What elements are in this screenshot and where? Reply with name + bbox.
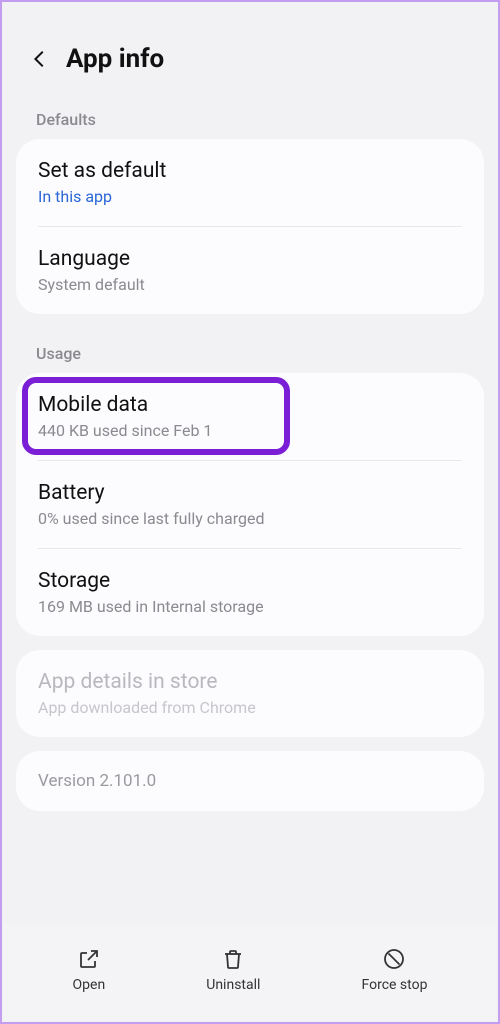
- usage-card: Mobile data 440 KB used since Feb 1 Batt…: [16, 373, 484, 636]
- row-language[interactable]: Language System default: [16, 227, 484, 314]
- open-icon: [75, 945, 103, 973]
- row-sub: 0% used since last fully charged: [38, 509, 462, 528]
- row-sub: System default: [38, 275, 462, 294]
- section-label-defaults: Defaults: [16, 94, 484, 139]
- row-version: Version 2.101.0: [16, 751, 484, 811]
- row-sub: 440 KB used since Feb 1: [38, 421, 462, 440]
- trash-icon: [219, 945, 247, 973]
- row-sub: 169 MB used in Internal storage: [38, 597, 462, 616]
- action-label: Force stop: [362, 977, 428, 993]
- row-title: App details in store: [38, 670, 462, 694]
- page-title: App info: [66, 44, 164, 74]
- uninstall-button[interactable]: Uninstall: [206, 945, 260, 993]
- row-sub: App downloaded from Chrome: [38, 698, 462, 717]
- force-stop-button[interactable]: Force stop: [362, 945, 428, 993]
- defaults-card: Set as default In this app Language Syst…: [16, 139, 484, 314]
- back-icon[interactable]: [26, 45, 54, 73]
- version-card: Version 2.101.0: [16, 751, 484, 811]
- row-set-as-default[interactable]: Set as default In this app: [16, 139, 484, 226]
- row-title: Language: [38, 247, 462, 271]
- store-card: App details in store App downloaded from…: [16, 650, 484, 737]
- action-bar: Open Uninstall Force stop: [4, 924, 496, 1020]
- row-mobile-data[interactable]: Mobile data 440 KB used since Feb 1: [16, 373, 484, 460]
- row-title: Set as default: [38, 159, 462, 183]
- row-storage[interactable]: Storage 169 MB used in Internal storage: [16, 549, 484, 636]
- action-label: Open: [73, 977, 106, 993]
- version-text: Version 2.101.0: [38, 771, 462, 791]
- row-title: Mobile data: [38, 393, 462, 417]
- open-button[interactable]: Open: [73, 945, 106, 993]
- action-label: Uninstall: [206, 977, 260, 993]
- row-title: Battery: [38, 481, 462, 505]
- row-sub: In this app: [38, 187, 462, 206]
- row-title: Storage: [38, 569, 462, 593]
- row-battery[interactable]: Battery 0% used since last fully charged: [16, 461, 484, 548]
- stop-icon: [380, 945, 408, 973]
- section-label-usage: Usage: [16, 328, 484, 373]
- row-app-details-store: App details in store App downloaded from…: [16, 650, 484, 737]
